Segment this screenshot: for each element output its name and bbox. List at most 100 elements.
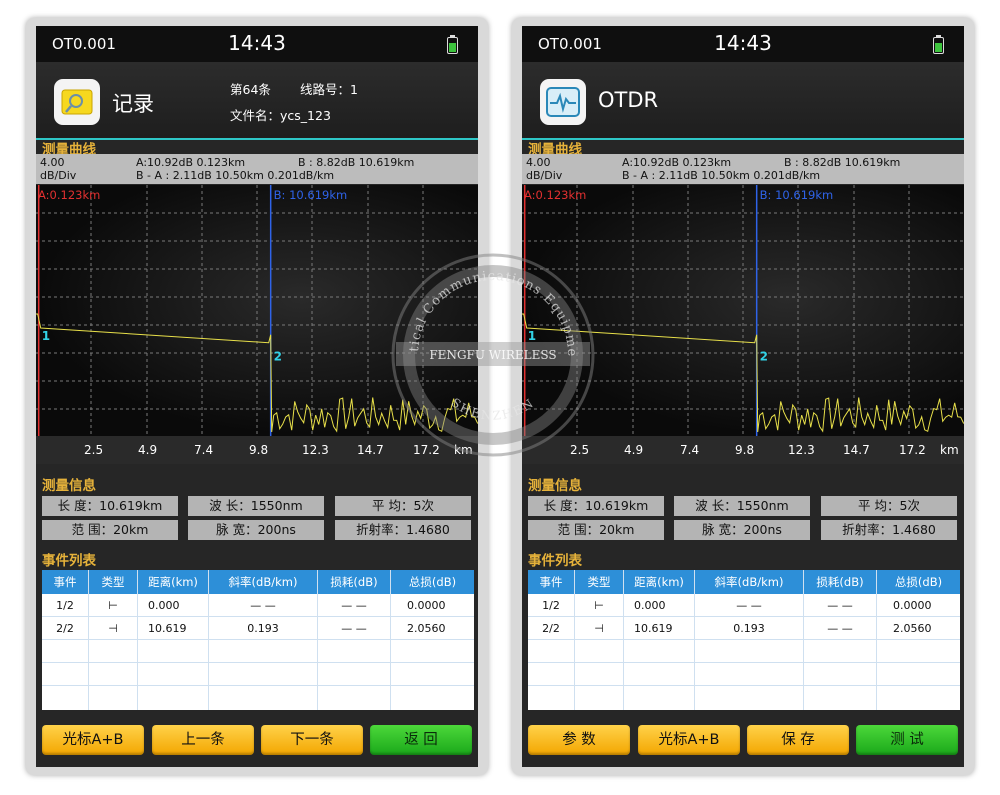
measurement-bar: 4.00 dB/Div A:10.92dB 0.123km B : 8.82dB… xyxy=(36,154,478,184)
table-cell[interactable]: 0.193 xyxy=(209,618,317,640)
back-button[interactable]: 返 回 xyxy=(370,725,472,755)
x-axis: 2.5 4.9 7.4 9.8 12.3 14.7 17.2 km xyxy=(522,436,964,464)
table-cell[interactable]: 2/2 xyxy=(528,618,574,640)
column-header-event: 事件 xyxy=(528,570,574,594)
table-cell[interactable]: — — xyxy=(804,618,876,640)
table-cell[interactable]: ⊢ xyxy=(575,595,623,617)
event-table: 事件 类型 距离(km) 斜率(dB/km) 损耗(dB) 总损(dB) 1/2… xyxy=(42,570,474,710)
table-cell[interactable]: 10.619 xyxy=(634,618,673,640)
table-cell[interactable]: ⊢ xyxy=(89,595,137,617)
cursor-a-label: A:0.123km xyxy=(38,188,100,202)
x-tick: 17.2 xyxy=(413,443,440,457)
scale-unit: dB/Div xyxy=(526,169,563,182)
cursor-a-readout: A:10.92dB 0.123km xyxy=(136,156,246,169)
info-range: 范 围：20km xyxy=(42,520,178,540)
table-cell[interactable]: 1/2 xyxy=(528,595,574,617)
column-header-slope: 斜率(dB/km) xyxy=(695,570,803,594)
save-button[interactable]: 保 存 xyxy=(747,725,849,755)
table-cell[interactable]: 2.0560 xyxy=(407,618,446,640)
x-tick: 12.3 xyxy=(302,443,329,457)
scale-unit: dB/Div xyxy=(40,169,77,182)
record-number: 第64条 xyxy=(230,82,271,97)
x-tick: 4.9 xyxy=(624,443,644,457)
x-tick: 2.5 xyxy=(84,443,104,457)
table-cell[interactable]: — — xyxy=(695,595,803,617)
table-cell[interactable]: 0.0000 xyxy=(407,595,446,617)
table-cell[interactable]: 10.619 xyxy=(148,618,187,640)
device-left: OT0.001 14:43 记录 第64条 线路号：1 文件名：ycs_123 … xyxy=(26,18,488,775)
table-cell[interactable]: ⊣ xyxy=(575,618,623,640)
table-cell[interactable]: 1/2 xyxy=(42,595,88,617)
table-cell[interactable]: — — xyxy=(318,595,390,617)
header: 记录 第64条 线路号：1 文件名：ycs_123 xyxy=(36,62,478,140)
table-cell[interactable]: 0.000 xyxy=(634,595,666,617)
table-cell[interactable]: — — xyxy=(318,618,390,640)
header: OTDR xyxy=(522,62,964,140)
cursor-b-readout: B : 8.82dB 10.619km xyxy=(298,156,415,169)
scale-value: 4.00 xyxy=(40,156,65,169)
battery-icon xyxy=(447,35,458,54)
x-unit: km xyxy=(940,443,959,457)
column-header-distance: 距离(km) xyxy=(624,570,694,594)
cursor-ab-button[interactable]: 光标A+B xyxy=(42,725,144,755)
column-header-loss: 损耗(dB) xyxy=(318,570,390,594)
next-record-button[interactable]: 下一条 xyxy=(261,725,363,755)
event-marker-2: 2 xyxy=(274,350,282,364)
app-title: OTDR xyxy=(598,88,659,112)
x-tick: 12.3 xyxy=(788,443,815,457)
otdr-trace-graph[interactable]: A:0.123km B: 10.619km 1 2 xyxy=(36,185,478,436)
x-unit: km xyxy=(454,443,473,457)
measure-info-title: 测量信息 xyxy=(528,478,582,494)
otdr-trace-graph[interactable]: A:0.123km B: 10.619km 1 2 xyxy=(522,185,964,436)
previous-record-button[interactable]: 上一条 xyxy=(152,725,254,755)
otdr-app-icon[interactable] xyxy=(540,79,586,125)
table-cell[interactable]: ⊣ xyxy=(89,618,137,640)
record-icon[interactable] xyxy=(54,79,100,125)
file-name: 文件名：ycs_123 xyxy=(230,108,331,123)
x-tick: 14.7 xyxy=(357,443,384,457)
column-header-type: 类型 xyxy=(575,570,623,594)
info-wavelength: 波 长：1550nm xyxy=(188,496,324,516)
table-cell[interactable]: — — xyxy=(804,595,876,617)
status-bar: OT0.001 14:43 xyxy=(36,26,478,62)
trace-plot[interactable]: A:0.123km B: 10.619km 1 2 xyxy=(36,185,478,436)
event-marker-1: 1 xyxy=(528,329,536,343)
column-header-distance: 距离(km) xyxy=(138,570,208,594)
cursor-diff-readout: B - A : 2.11dB 10.50km 0.201dB/km xyxy=(622,169,821,182)
table-cell[interactable]: 0.0000 xyxy=(893,595,932,617)
test-button[interactable]: 测 试 xyxy=(856,725,958,755)
device-right: OT0.001 14:43 OTDR 测量曲线 4.00 dB/Div A:10… xyxy=(512,18,974,775)
cursor-a-readout: A:10.92dB 0.123km xyxy=(622,156,732,169)
info-length: 长 度：10.619km xyxy=(528,496,664,516)
table-cell[interactable]: — — xyxy=(209,595,317,617)
parameters-button[interactable]: 参 数 xyxy=(528,725,630,755)
scale-value: 4.00 xyxy=(526,156,551,169)
event-table: 事件 类型 距离(km) 斜率(dB/km) 损耗(dB) 总损(dB) 1/2… xyxy=(528,570,960,710)
column-header-slope: 斜率(dB/km) xyxy=(209,570,317,594)
x-tick: 7.4 xyxy=(680,443,700,457)
measure-info-title: 测量信息 xyxy=(42,478,96,494)
table-cell[interactable]: 0.000 xyxy=(148,595,180,617)
cursor-b-label: B: 10.619km xyxy=(274,188,348,202)
table-cell[interactable]: 2.0560 xyxy=(893,618,932,640)
x-axis: 2.5 4.9 7.4 9.8 12.3 14.7 17.2 km xyxy=(36,436,478,464)
info-range: 范 围：20km xyxy=(528,520,664,540)
table-cell[interactable]: 2/2 xyxy=(42,618,88,640)
column-header-loss: 损耗(dB) xyxy=(804,570,876,594)
measurement-bar: 4.00 dB/Div A:10.92dB 0.123km B : 8.82dB… xyxy=(522,154,964,184)
info-pulse-width: 脉 宽：200ns xyxy=(674,520,810,540)
x-tick: 17.2 xyxy=(899,443,926,457)
app-title: 记录 xyxy=(112,92,154,116)
cursor-b-label: B: 10.619km xyxy=(760,188,834,202)
info-average: 平 均：5次 xyxy=(335,496,471,516)
info-average: 平 均：5次 xyxy=(821,496,957,516)
event-list-title: 事件列表 xyxy=(528,553,582,569)
trace-plot[interactable]: A:0.123km B: 10.619km 1 2 xyxy=(522,185,964,436)
x-tick: 4.9 xyxy=(138,443,158,457)
table-cell[interactable]: 0.193 xyxy=(695,618,803,640)
cursor-ab-button[interactable]: 光标A+B xyxy=(638,725,740,755)
x-tick: 2.5 xyxy=(570,443,590,457)
info-pulse-width: 脉 宽：200ns xyxy=(188,520,324,540)
clock: 14:43 xyxy=(228,31,286,55)
x-tick: 9.8 xyxy=(249,443,269,457)
